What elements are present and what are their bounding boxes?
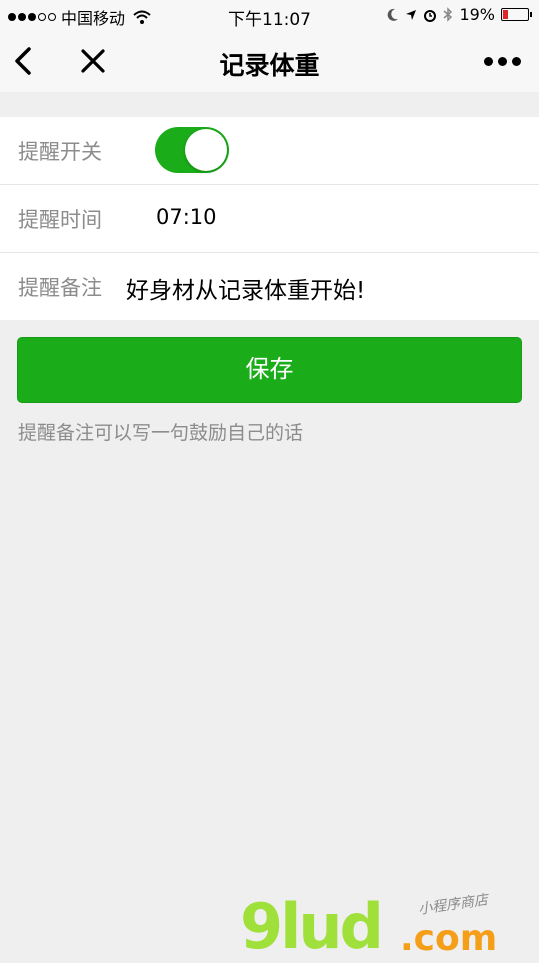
reminder-switch-toggle[interactable] [155,127,229,173]
reminder-settings-list: 提醒开关 提醒时间 07:10 提醒备注 好身材从记录体重开始! [0,117,539,320]
moon-icon [388,8,399,21]
page-title: 记录体重 [219,51,320,80]
more-button[interactable] [484,57,521,66]
location-arrow-icon [406,9,417,20]
battery-percent: 19% [459,5,495,24]
alarm-icon [424,9,437,22]
reminder-note-input[interactable]: 好身材从记录体重开始! [126,271,365,305]
watermark-subtitle: 小程序商店 [417,892,489,918]
bluetooth-icon [443,7,453,22]
watermark-domain: .com [400,918,498,959]
reminder-note-label: 提醒备注 [18,276,102,300]
status-icons: 19% [387,5,532,24]
reminder-time-label: 提醒时间 [18,208,102,232]
reminder-switch-row: 提醒开关 [0,117,539,185]
toggle-knob [185,129,227,171]
nav-bar: 记录体重 [0,30,539,92]
reminder-time-value[interactable]: 07:10 [156,205,217,229]
reminder-time-row[interactable]: 提醒时间 07:10 [0,185,539,253]
watermark-logo: 9lud 小程序商店 .com [240,890,530,963]
watermark-brand: 9lud [240,890,384,963]
reminder-note-row: 提醒备注 好身材从记录体重开始! [0,253,539,320]
hint-text: 提醒备注可以写一句鼓励自己的话 [18,422,304,444]
status-bar: 中国移动 下午11:07 19% [0,0,539,30]
save-button[interactable]: 保存 [17,337,522,403]
reminder-switch-label: 提醒开关 [18,140,102,164]
battery-icon [501,8,532,21]
more-dots-icon [484,57,493,66]
